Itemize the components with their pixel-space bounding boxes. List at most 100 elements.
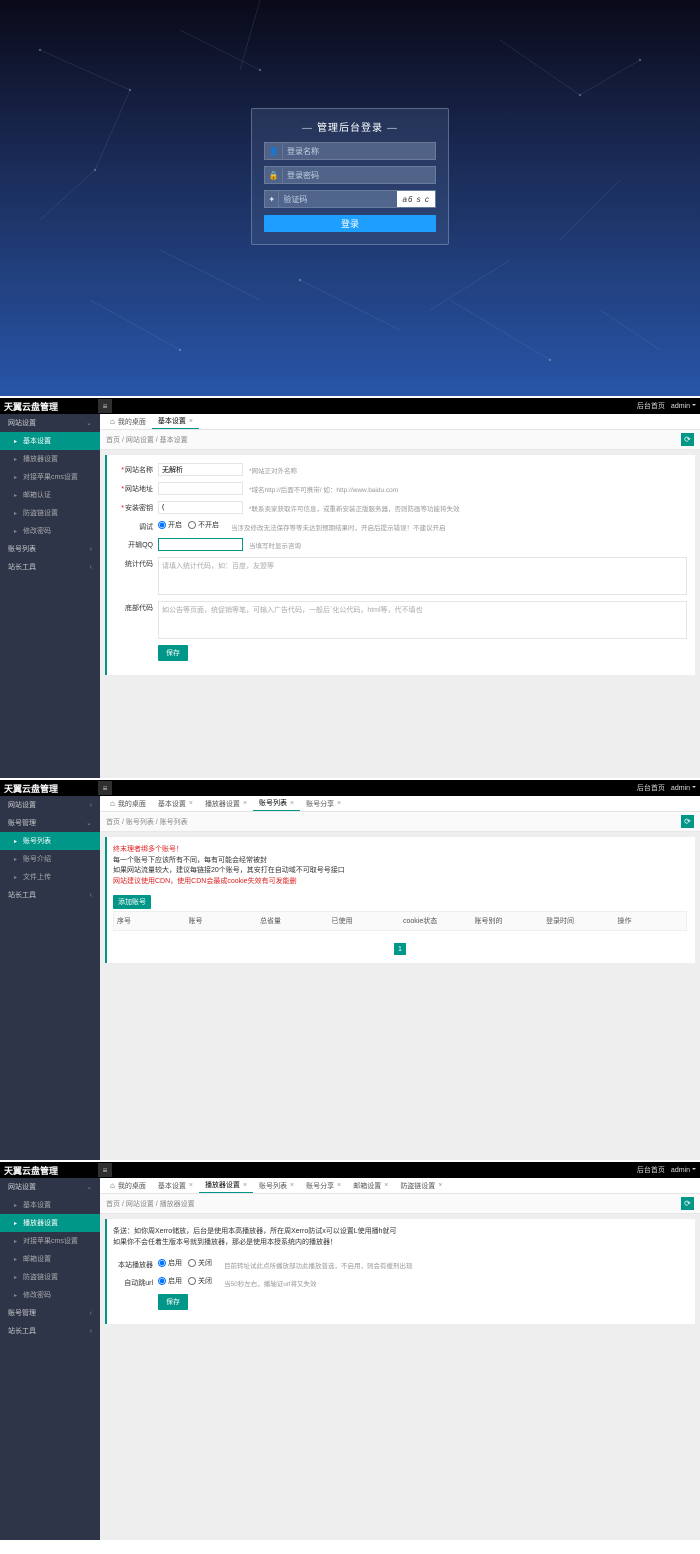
close-icon[interactable]: ×: [290, 1182, 294, 1189]
tab[interactable]: 基本设置×: [152, 1178, 199, 1193]
warn-line3: 网站建议使用CDN，使用CDN会最成cookie失效有可发能删: [113, 877, 687, 888]
close-icon[interactable]: ×: [337, 1182, 341, 1189]
sidebar-item[interactable]: 文件上传: [0, 868, 100, 886]
table-col: 账号: [186, 912, 258, 930]
input-sitename[interactable]: [158, 463, 243, 476]
tab[interactable]: 我的桌面: [104, 1178, 152, 1193]
top-msg[interactable]: 后台首页: [637, 1165, 665, 1175]
close-icon[interactable]: ×: [243, 1182, 247, 1189]
table-header: 序号账号总省量已使用cookie状态账号别的登录时间操作: [113, 911, 687, 931]
local-on[interactable]: 启用: [158, 1258, 182, 1268]
close-icon[interactable]: ×: [438, 1182, 442, 1189]
tab[interactable]: 基本设置×: [152, 414, 199, 429]
username-input[interactable]: [283, 143, 435, 159]
pagination: 1: [113, 943, 687, 955]
top-msg[interactable]: 后台首页: [637, 401, 665, 411]
tab[interactable]: 账号分享×: [300, 796, 347, 811]
captcha-input[interactable]: [279, 191, 397, 207]
sidebar-item[interactable]: 邮箱设置: [0, 1250, 100, 1268]
user-menu[interactable]: admin: [671, 785, 696, 792]
tip-line2: 如果你不会任着生版本号就到播放器，那必是使用本授系统内的播放器！: [113, 1238, 687, 1249]
add-account-button[interactable]: 添加账号: [113, 895, 151, 909]
sidebar-item[interactable]: 防盗链设置: [0, 504, 100, 522]
user-menu[interactable]: admin: [671, 1167, 696, 1174]
close-icon[interactable]: ×: [243, 800, 247, 807]
sidebar-item[interactable]: 网站设置: [0, 414, 100, 432]
label-sitename: *网站名称: [113, 463, 158, 475]
hint-local: 目前转址试此点所播放部功此播放普选，不启用，则会有缓刑出现: [224, 1258, 687, 1270]
brand: 天翼云盘管理: [4, 400, 58, 413]
close-icon[interactable]: ×: [189, 1182, 193, 1189]
sidebar-item[interactable]: 邮箱认证: [0, 486, 100, 504]
refresh-button[interactable]: ⟳: [681, 815, 694, 828]
sidebar-item[interactable]: 网站设置: [0, 1178, 100, 1196]
sidebar-item[interactable]: 账号列表: [0, 540, 100, 558]
warn-line1: 每一个账号下应该所有不同，每有可能会经常被封: [113, 856, 687, 867]
save-button[interactable]: 保存: [158, 645, 188, 661]
password-input[interactable]: [283, 167, 435, 183]
debug-on[interactable]: 开启: [158, 520, 182, 530]
captcha-image[interactable]: a6 s c: [397, 191, 435, 207]
sidebar-item[interactable]: 对接苹果cms设置: [0, 1232, 100, 1250]
sidebar-item[interactable]: 修改密码: [0, 1286, 100, 1304]
input-qq[interactable]: [158, 538, 243, 551]
sidebar-item[interactable]: 对接苹果cms设置: [0, 468, 100, 486]
tab[interactable]: 播放器设置×: [199, 796, 253, 811]
sidebar-item[interactable]: 账号管理: [0, 814, 100, 832]
menu-toggle[interactable]: ≡: [98, 1163, 112, 1177]
sidebar: 网站设置账号管理账号列表账号介绍文件上传站长工具: [0, 796, 100, 1160]
input-siteurl[interactable]: [158, 482, 243, 495]
tab[interactable]: 账号分享×: [300, 1178, 347, 1193]
tab[interactable]: 基本设置×: [152, 796, 199, 811]
sidebar-item[interactable]: 基本设置: [0, 432, 100, 450]
refresh-button[interactable]: ⟳: [681, 1197, 694, 1210]
tab[interactable]: 我的桌面: [104, 796, 152, 811]
tab[interactable]: 邮箱设置×: [347, 1178, 394, 1193]
page-1[interactable]: 1: [394, 943, 406, 955]
refresh-button[interactable]: ⟳: [681, 433, 694, 446]
textarea-end[interactable]: [158, 601, 687, 639]
tab[interactable]: 播放器设置×: [199, 1178, 253, 1193]
auto-on[interactable]: 启用: [158, 1276, 182, 1286]
auto-off[interactable]: 关闭: [188, 1276, 212, 1286]
textarea-stat[interactable]: [158, 557, 687, 595]
close-icon[interactable]: ×: [189, 800, 193, 807]
input-key[interactable]: [158, 501, 243, 514]
user-menu[interactable]: admin: [671, 403, 696, 410]
main: 我的桌面基本设置× 首页 / 网站设置 / 基本设置 ⟳ *网站名称 *网站正对…: [100, 414, 700, 778]
close-icon[interactable]: ×: [337, 800, 341, 807]
save-button[interactable]: 保存: [158, 1294, 188, 1310]
sidebar-item[interactable]: 账号介绍: [0, 850, 100, 868]
close-icon[interactable]: ×: [384, 1182, 388, 1189]
tab[interactable]: 账号列表×: [253, 1178, 300, 1193]
login-button[interactable]: 登录: [264, 215, 436, 232]
sidebar-item[interactable]: 账号管理: [0, 1304, 100, 1322]
sidebar-item[interactable]: 站长工具: [0, 1322, 100, 1340]
hint-key: *联系卖家获取许可信息，或重新安装正版服务器，否则防画等功能将失效: [249, 501, 687, 513]
tab[interactable]: 防盗链设置×: [394, 1178, 448, 1193]
hint-sitename: *网站正对外名称: [249, 463, 687, 475]
sidebar-item[interactable]: 站长工具: [0, 886, 100, 904]
close-icon[interactable]: ×: [189, 418, 193, 425]
tab[interactable]: 我的桌面: [104, 414, 152, 429]
topbar-right: 后台首页 admin: [637, 783, 696, 793]
top-msg[interactable]: 后台首页: [637, 783, 665, 793]
menu-toggle[interactable]: ≡: [98, 781, 112, 795]
sidebar-item[interactable]: 基本设置: [0, 1196, 100, 1214]
sidebar-item[interactable]: 账号列表: [0, 832, 100, 850]
sidebar-item[interactable]: 修改密码: [0, 522, 100, 540]
table-col: 总省量: [257, 912, 329, 930]
menu-toggle[interactable]: ≡: [98, 399, 112, 413]
debug-off[interactable]: 不开启: [188, 520, 219, 530]
topbar: 天翼云盘管理 ≡ 后台首页 admin: [0, 398, 700, 414]
card-accent: [105, 837, 107, 963]
local-off[interactable]: 关闭: [188, 1258, 212, 1268]
tab[interactable]: 账号列表×: [253, 796, 300, 811]
sidebar-item[interactable]: 网站设置: [0, 796, 100, 814]
sidebar-item[interactable]: 播放器设置: [0, 1214, 100, 1232]
sidebar-item[interactable]: 防盗链设置: [0, 1268, 100, 1286]
sidebar-item[interactable]: 播放器设置: [0, 450, 100, 468]
close-icon[interactable]: ×: [290, 800, 294, 807]
sidebar-item[interactable]: 站长工具: [0, 558, 100, 576]
tabs: 我的桌面基本设置×播放器设置×账号列表×账号分享×邮箱设置×防盗链设置×: [100, 1178, 700, 1194]
